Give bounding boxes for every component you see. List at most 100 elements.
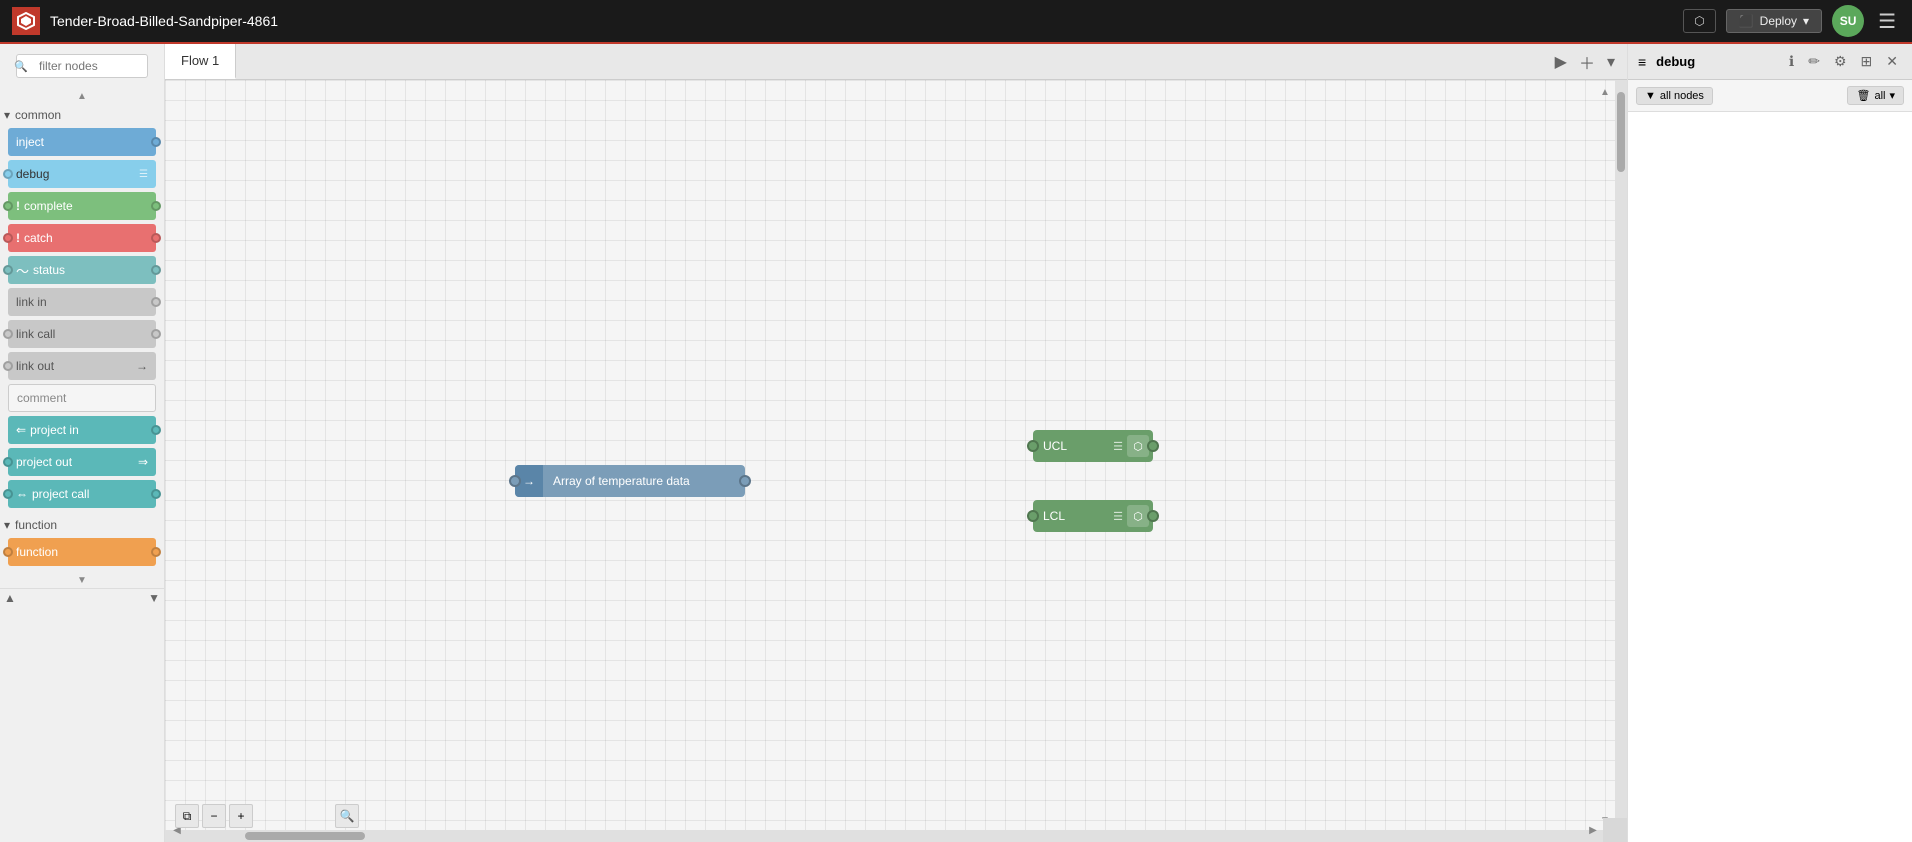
rp-filter-nodes-btn[interactable]: ▼ all nodes xyxy=(1636,87,1713,105)
canvas-zoom-in-button[interactable]: + xyxy=(229,804,253,828)
node-menu-icon: ☰ xyxy=(1113,510,1123,523)
node-label: inject xyxy=(16,135,44,149)
function-nodes: function xyxy=(0,536,164,572)
node-port-right xyxy=(151,329,161,339)
sidebar-scroll-down[interactable]: ▼ xyxy=(0,572,164,588)
canvas-scrollbar-horizontal-thumb[interactable] xyxy=(245,832,365,840)
canvas-scroll-right[interactable]: ▶ xyxy=(1585,818,1601,842)
sidebar-zoom-out-button[interactable]: ▼ xyxy=(148,591,160,605)
canvas-node-label: LCL xyxy=(1033,509,1113,523)
canvas-scrollbar-vertical[interactable] xyxy=(1615,80,1627,818)
node-label: link in xyxy=(16,295,47,309)
rp-settings-tab[interactable]: ⚙ xyxy=(1830,51,1851,72)
canvas-node-ucl[interactable]: UCL ☰ ⬡ xyxy=(1033,430,1153,462)
node-port-right xyxy=(151,547,161,557)
canvas-search-button[interactable]: 🔍 xyxy=(335,804,359,828)
filter-nodes-input[interactable] xyxy=(16,54,148,78)
canvas-scrollbar-corner xyxy=(1603,818,1627,842)
canvas-bottom-left-tools: ⧉ − + xyxy=(175,804,253,828)
node-port-left xyxy=(3,233,13,243)
arrow-icon: → xyxy=(523,474,535,488)
rp-edit-tab[interactable]: ✏ xyxy=(1804,51,1824,72)
canvas-scroll-up[interactable]: ▲ xyxy=(1597,84,1613,100)
app-title: Tender-Broad-Billed-Sandpiper-4861 xyxy=(50,13,1673,29)
canvas-node-lcl[interactable]: LCL ☰ ⬡ xyxy=(1033,500,1153,532)
main-layout: 🔍 ▲ ▾ common inject debug ☰ ! complete xyxy=(0,44,1912,842)
flow-tab-flow1[interactable]: Flow 1 xyxy=(165,44,236,79)
arrow-icon: → xyxy=(136,359,148,373)
sidebar-node-project-call[interactable]: ⇔ project call xyxy=(8,480,156,508)
node-label: status xyxy=(33,263,65,277)
sidebar-node-complete[interactable]: ! complete xyxy=(8,192,156,220)
canvas-scrollbar-vertical-thumb[interactable] xyxy=(1617,92,1625,172)
app-logo xyxy=(12,7,40,35)
node-port-right xyxy=(151,265,161,275)
sidebar-scroll-up[interactable]: ▲ xyxy=(0,88,164,104)
rp-info-tab[interactable]: ℹ xyxy=(1785,51,1798,72)
canvas[interactable]: ▲ ▼ → Array of temperature data UCL ☰ ⬡ xyxy=(165,80,1627,842)
deploy-button[interactable]: ⬛ Deploy ▾ xyxy=(1726,9,1822,33)
chevron-down-icon: ▾ xyxy=(4,108,10,122)
node-label: link out xyxy=(16,359,54,373)
node-port-left xyxy=(3,265,13,275)
rp-options-tab[interactable]: ⊞ xyxy=(1857,51,1877,72)
sidebar-node-link-in[interactable]: link in xyxy=(8,288,156,316)
node-port-right xyxy=(151,425,161,435)
node-label: project out xyxy=(16,455,72,469)
sidebar-node-function[interactable]: function xyxy=(8,538,156,566)
sidebar-node-link-out[interactable]: link out → xyxy=(8,352,156,380)
node-label: project in xyxy=(30,423,79,437)
right-panel: ≡ debug ℹ ✏ ⚙ ⊞ ✕ ▼ all nodes 🗑 all ▾ xyxy=(1627,44,1912,842)
node-port-right xyxy=(151,297,161,307)
sidebar-node-status[interactable]: 〜 status xyxy=(8,256,156,284)
node-port-right xyxy=(151,137,161,147)
node-action-btn[interactable]: ⬡ xyxy=(1127,505,1149,527)
sidebar-node-inject[interactable]: inject xyxy=(8,128,156,156)
flow-tab-menu-button[interactable]: ▾ xyxy=(1603,50,1619,74)
sidebar-bottom-toolbar: ▲ ▼ xyxy=(0,588,164,607)
topbar-icon-btn[interactable]: ⬡ xyxy=(1683,9,1715,33)
canvas-zoom-out-button[interactable]: − xyxy=(202,804,226,828)
flow-tab-actions: ▶ ＋ ▾ xyxy=(1543,44,1627,79)
node-port-left xyxy=(3,457,13,467)
sidebar-node-comment[interactable]: comment xyxy=(8,384,156,412)
sidebar-section-common[interactable]: ▾ common xyxy=(0,104,164,126)
flow-tabs: Flow 1 ▶ ＋ ▾ xyxy=(165,44,1627,80)
canvas-node-array-of-temp[interactable]: → Array of temperature data xyxy=(515,465,745,497)
flow-tab-run-button[interactable]: ▶ xyxy=(1551,50,1571,74)
user-avatar[interactable]: SU xyxy=(1832,5,1864,37)
node-port-right xyxy=(151,489,161,499)
node-action-btn[interactable]: ⬡ xyxy=(1127,435,1149,457)
filter-icon: ▼ xyxy=(1645,90,1656,102)
flow-tab-add-button[interactable]: ＋ xyxy=(1575,48,1599,76)
right-panel-content xyxy=(1628,112,1912,842)
node-label: project call xyxy=(32,487,89,501)
rp-filter-all-btn[interactable]: 🗑 all ▾ xyxy=(1847,86,1904,105)
sidebar-node-project-out[interactable]: project out ⇒ xyxy=(8,448,156,476)
hamburger-button[interactable]: ☰ xyxy=(1874,9,1900,34)
canvas-scrollbar-horizontal[interactable] xyxy=(165,830,1603,842)
canvas-map-button[interactable]: ⧉ xyxy=(175,804,199,828)
canvas-node-label: Array of temperature data xyxy=(543,474,700,488)
sidebar-section-function[interactable]: ▾ function xyxy=(0,514,164,536)
sidebar-node-project-in[interactable]: ⇐ project in xyxy=(8,416,156,444)
common-nodes: inject debug ☰ ! complete ! catch xyxy=(0,126,164,514)
node-port-left xyxy=(3,361,13,371)
node-port-right xyxy=(151,201,161,211)
trash-icon: 🗑 xyxy=(1856,89,1870,102)
node-label: comment xyxy=(17,391,66,405)
filter-icon: 🔍 xyxy=(14,60,28,73)
canvas-node-port-right xyxy=(1147,510,1159,522)
topbar: Tender-Broad-Billed-Sandpiper-4861 ⬡ ⬛ D… xyxy=(0,0,1912,44)
sidebar-node-link-call[interactable]: link call xyxy=(8,320,156,348)
chevron-right-icon: ▾ xyxy=(4,518,10,532)
flow-area: Flow 1 ▶ ＋ ▾ ▲ ▼ → Array of temperature … xyxy=(165,44,1627,842)
exclaim-icon: ! xyxy=(16,199,20,213)
sidebar-zoom-in-button[interactable]: ▲ xyxy=(4,591,16,605)
node-label: link call xyxy=(16,327,55,341)
node-port-left xyxy=(3,169,13,179)
sidebar-node-catch[interactable]: ! catch xyxy=(8,224,156,252)
rp-close-tab[interactable]: ✕ xyxy=(1882,51,1902,72)
sidebar-node-debug[interactable]: debug ☰ xyxy=(8,160,156,188)
wave-icon: 〜 xyxy=(16,261,29,280)
